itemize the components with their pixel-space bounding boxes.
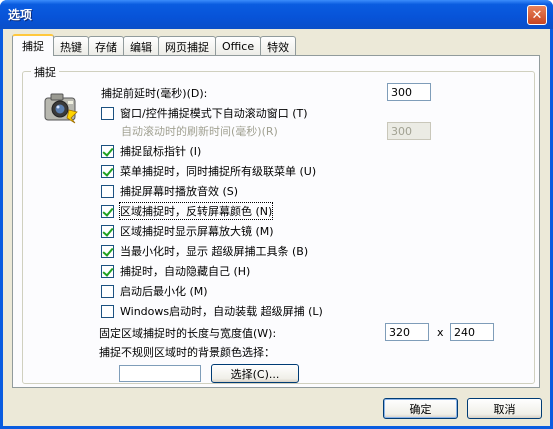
bg-color-label: 捕捉不规则区域时的背景颜色选择： [99, 346, 275, 359]
tab-office[interactable]: Office [215, 36, 262, 56]
option-row[interactable]: 捕捉屏幕时播放音效 (S) [101, 183, 238, 199]
window-title: 选项 [8, 8, 33, 22]
option-label: Windows启动时，自动装载 超级屏捕 (L) [120, 305, 323, 318]
refresh-row: 自动滚动时的刷新时间(毫秒)(R) [121, 123, 278, 139]
play-sound-checkbox[interactable] [101, 184, 114, 198]
group-title: 捕捉 [31, 64, 59, 80]
magnifier-checkbox[interactable] [101, 224, 114, 238]
capture-tab-panel: 捕捉 捕捉前延时(毫秒)(D): 300 窗口/控件捕捉模式下自动滚动窗口 (T… [12, 55, 540, 388]
ok-button[interactable]: 确定 [383, 398, 458, 419]
option-row[interactable]: 捕捉时，自动隐藏自己 (H) [101, 263, 250, 279]
auto-scroll-row[interactable]: 窗口/控件捕捉模式下自动滚动窗口 (T) [101, 105, 308, 121]
delay-label: 捕捉前延时(毫秒)(D): [101, 87, 208, 100]
cascade-menu-checkbox[interactable] [101, 164, 114, 178]
fixed-region-label: 固定区域捕捉时的长度与宽度值(W): [99, 327, 277, 340]
refresh-input: 300 [387, 122, 431, 140]
option-label: 当最小化时，显示 超级屏捕工具条 (B) [120, 245, 309, 258]
capture-cursor-checkbox[interactable] [101, 144, 114, 158]
tab-strip: 捕捉 热键 存储 编辑 网页捕捉 Office 特效 [12, 34, 297, 56]
bg-color-row: 捕捉不规则区域时的背景颜色选择： [99, 344, 275, 360]
auto-hide-checkbox[interactable] [101, 264, 114, 278]
option-row[interactable]: 菜单捕捉时，同时捕捉所有级联菜单 (U) [101, 163, 316, 179]
fixed-height-input[interactable]: 240 [450, 323, 494, 341]
tab-hotkeys[interactable]: 热键 [53, 36, 89, 56]
option-label: 区域捕捉时，反转屏幕颜色 (N) [118, 202, 274, 220]
bg-color-swatch[interactable] [119, 365, 201, 382]
delay-input[interactable]: 300 [387, 83, 431, 101]
fixed-region-row: 固定区域捕捉时的长度与宽度值(W): [99, 325, 276, 341]
close-button[interactable]: ✕ [527, 5, 547, 25]
refresh-label: 自动滚动时的刷新时间(毫秒)(R) [121, 125, 278, 138]
fixed-width-input[interactable]: 320 [385, 323, 429, 341]
option-label: 捕捉屏幕时播放音效 (S) [120, 185, 239, 198]
options-dialog: 选项 ✕ 捕捉 热键 存储 编辑 网页捕捉 Office 特效 捕捉 捕捉前延时… [0, 0, 553, 429]
capture-groupbox: 捕捉 捕捉前延时(毫秒)(D): 300 窗口/控件捕捉模式下自动滚动窗口 (T… [22, 64, 535, 384]
option-row[interactable]: 捕捉鼠标指针 (I) [101, 143, 201, 159]
option-row[interactable]: Windows启动时，自动装载 超级屏捕 (L) [101, 303, 323, 319]
choose-color-button[interactable]: 选择(C)... [211, 364, 299, 383]
autostart-checkbox[interactable] [101, 304, 114, 318]
option-label: 区域捕捉时显示屏幕放大镜 (M) [120, 225, 274, 238]
show-toolbar-checkbox[interactable] [101, 244, 114, 258]
start-minimized-checkbox[interactable] [101, 284, 114, 298]
option-row[interactable]: 当最小化时，显示 超级屏捕工具条 (B) [101, 243, 308, 259]
option-label: 捕捉鼠标指针 (I) [120, 145, 202, 158]
tab-effects[interactable]: 特效 [260, 36, 297, 56]
auto-scroll-checkbox[interactable] [101, 106, 114, 120]
close-icon: ✕ [531, 7, 543, 23]
tab-storage[interactable]: 存储 [88, 36, 124, 56]
tab-edit[interactable]: 编辑 [123, 36, 159, 56]
option-row[interactable]: 启动后最小化 (M) [101, 283, 208, 299]
title-bar[interactable]: 选项 ✕ [0, 0, 553, 29]
delay-row: 捕捉前延时(毫秒)(D): [101, 85, 207, 101]
tab-web-capture[interactable]: 网页捕捉 [158, 36, 216, 56]
invert-colors-checkbox[interactable] [101, 204, 114, 218]
tab-capture[interactable]: 捕捉 [12, 34, 54, 56]
dimension-separator: x [437, 326, 444, 339]
auto-scroll-label: 窗口/控件捕捉模式下自动滚动窗口 (T) [120, 107, 308, 120]
option-row[interactable]: 区域捕捉时，反转屏幕颜色 (N) [101, 202, 274, 220]
cancel-button[interactable]: 取消 [467, 398, 542, 419]
option-label: 菜单捕捉时，同时捕捉所有级联菜单 (U) [120, 165, 317, 178]
option-label: 启动后最小化 (M) [120, 285, 208, 298]
option-label: 捕捉时，自动隐藏自己 (H) [120, 265, 251, 278]
camera-icon [44, 93, 78, 124]
option-row[interactable]: 区域捕捉时显示屏幕放大镜 (M) [101, 223, 274, 239]
